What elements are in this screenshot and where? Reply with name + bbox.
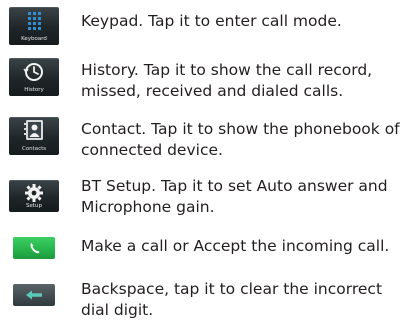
contact-row: Contacts Contact. Tap it to show the pho…	[0, 115, 414, 159]
history-description: History. Tap it to show the call record,…	[81, 61, 373, 100]
keypad-icon-caption: Keyboard	[21, 36, 47, 42]
contact-description: Contact. Tap it to show the phonebook of…	[81, 120, 400, 159]
call-row: Make a call or Accept the incoming call.	[0, 231, 414, 259]
bt-setup-description: BT Setup. Tap it to set Auto answer and …	[81, 177, 388, 216]
call-button-phone-icon	[13, 237, 55, 259]
keypad-row: Keyboard Keypad. Tap it to enter call mo…	[0, 0, 414, 45]
backspace-description: Backspace, tap it to clear the incorrect…	[81, 280, 383, 319]
bt-setup-gear-icon: Setup	[9, 180, 59, 212]
keypad-icon: Keyboard	[9, 7, 59, 45]
keypad-description: Keypad. Tap it to enter call mode.	[81, 12, 342, 30]
contact-icon: Contacts	[9, 117, 59, 155]
bt-setup-icon-caption: Setup	[25, 203, 42, 209]
backspace-row: Backspace, tap it to clear the incorrect…	[0, 276, 414, 319]
call-description: Make a call or Accept the incoming call.	[81, 237, 390, 255]
history-icon: History	[9, 58, 59, 96]
backspace-arrow-icon	[13, 284, 55, 306]
contact-icon-caption: Contacts	[21, 146, 47, 152]
bt-setup-row: Setup BT Setup. Tap it to set Auto answe…	[0, 172, 414, 216]
history-icon-caption: History	[24, 87, 44, 93]
history-row: History History. Tap it to show the call…	[0, 56, 414, 100]
